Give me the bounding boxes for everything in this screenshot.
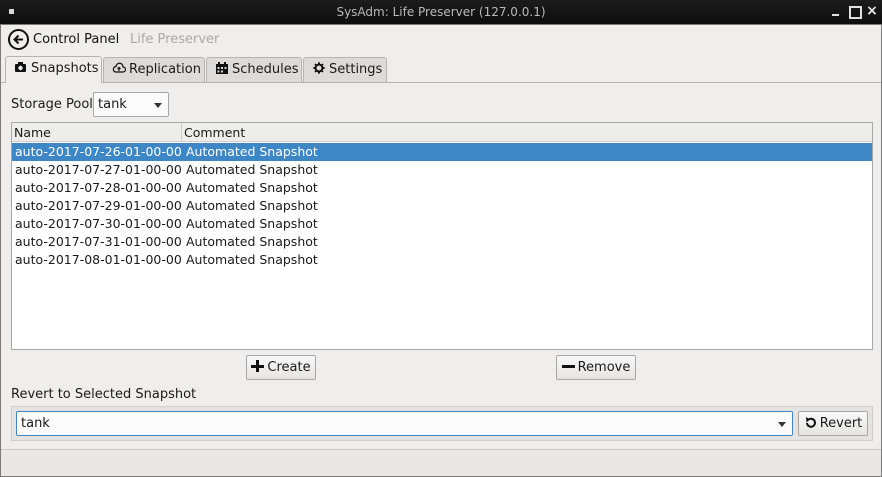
storage-pool-select[interactable]: tank bbox=[93, 92, 169, 117]
create-label: Create bbox=[267, 360, 311, 375]
current-page-label: Life Preserver bbox=[130, 32, 220, 47]
nav-bar: Control Panel Life Preserver bbox=[1, 25, 881, 55]
plus-icon bbox=[251, 360, 265, 372]
snapshot-name-cell: auto-2017-07-28-01-00-00 bbox=[15, 180, 182, 195]
tab-schedules[interactable]: Schedules bbox=[206, 57, 302, 82]
chevron-down-icon bbox=[154, 102, 162, 108]
close-icon[interactable]: × bbox=[864, 3, 880, 19]
revert-button[interactable]: Revert bbox=[798, 411, 868, 436]
snapshot-name-cell: auto-2017-07-31-01-00-00 bbox=[15, 234, 182, 249]
table-row[interactable]: auto-2017-07-26-01-00-00 Automated Snapsh… bbox=[12, 143, 872, 161]
snapshot-comment-cell: Automated Snapshot bbox=[186, 216, 318, 231]
snapshot-name-cell: auto-2017-08-01-01-00-00 bbox=[15, 252, 182, 267]
minus-icon bbox=[561, 360, 575, 372]
calendar-icon bbox=[216, 62, 228, 74]
column-header-comment[interactable]: Comment bbox=[184, 125, 245, 140]
storage-pool-value: tank bbox=[98, 97, 127, 112]
snapshot-comment-cell: Automated Snapshot bbox=[186, 252, 318, 267]
chevron-down-icon bbox=[778, 421, 786, 427]
camera-icon bbox=[15, 62, 26, 72]
snapshot-comment-cell: Automated Snapshot bbox=[186, 180, 318, 195]
column-separator[interactable] bbox=[181, 123, 182, 142]
create-button[interactable]: Create bbox=[246, 355, 316, 380]
tab-settings[interactable]: Settings bbox=[303, 57, 387, 82]
table-row[interactable]: auto-2017-07-31-01-00-00 Automated Snapsh… bbox=[12, 233, 872, 251]
snapshot-name-cell: auto-2017-07-29-01-00-00 bbox=[15, 198, 182, 213]
gear-icon bbox=[313, 62, 325, 74]
back-arrow-icon[interactable] bbox=[8, 29, 29, 50]
snapshot-comment-cell: Automated Snapshot bbox=[186, 162, 318, 177]
control-panel-link[interactable]: Control Panel bbox=[33, 32, 119, 47]
status-bar bbox=[1, 449, 881, 476]
revert-label: Revert to Selected Snapshot bbox=[11, 387, 197, 402]
maximize-icon[interactable] bbox=[846, 3, 862, 19]
list-header: Name Comment bbox=[12, 123, 872, 142]
snapshot-rows: auto-2017-07-26-01-00-00 Automated Snapsh… bbox=[12, 143, 872, 269]
tab-label: Replication bbox=[129, 62, 201, 77]
snapshot-comment-cell: Automated Snapshot bbox=[186, 198, 318, 213]
tab-snapshots[interactable]: Snapshots bbox=[5, 56, 102, 83]
snapshot-comment-cell: Automated Snapshot bbox=[186, 234, 318, 249]
table-row[interactable]: auto-2017-08-01-01-00-00 Automated Snapsh… bbox=[12, 251, 872, 269]
table-row[interactable]: auto-2017-07-30-01-00-00 Automated Snapsh… bbox=[12, 215, 872, 233]
revert-icon bbox=[805, 417, 816, 428]
table-row[interactable]: auto-2017-07-29-01-00-00 Automated Snapsh… bbox=[12, 197, 872, 215]
window-title: SysAdm: Life Preserver (127.0.0.1) bbox=[336, 5, 546, 19]
table-row[interactable]: auto-2017-07-27-01-00-00 Automated Snapsh… bbox=[12, 161, 872, 179]
cloud-upload-icon bbox=[112, 62, 126, 73]
revert-target-select[interactable]: tank bbox=[16, 411, 793, 436]
tab-replication[interactable]: Replication bbox=[103, 57, 205, 82]
table-row[interactable]: auto-2017-07-28-01-00-00 Automated Snapsh… bbox=[12, 179, 872, 197]
storage-pool-label: Storage Pool bbox=[11, 97, 93, 112]
snapshot-comment-cell: Automated Snapshot bbox=[186, 144, 318, 159]
snapshot-list[interactable]: Name Comment auto-2017-07-26-01-00-00 Aut… bbox=[11, 122, 873, 350]
remove-label: Remove bbox=[577, 360, 631, 375]
tab-divider bbox=[1, 82, 881, 83]
revert-button-label: Revert bbox=[819, 416, 863, 431]
column-header-name[interactable]: Name bbox=[14, 125, 51, 140]
remove-button[interactable]: Remove bbox=[556, 355, 636, 380]
tab-bar: Snapshots Replication Schedules Settings bbox=[1, 56, 881, 83]
title-bar: SysAdm: Life Preserver (127.0.0.1) × bbox=[0, 0, 882, 24]
tab-label: Schedules bbox=[232, 62, 299, 77]
tab-label: Snapshots bbox=[31, 61, 99, 76]
revert-target-value: tank bbox=[21, 416, 50, 431]
snapshot-name-cell: auto-2017-07-30-01-00-00 bbox=[15, 216, 182, 231]
tab-label: Settings bbox=[329, 62, 383, 77]
app-window: Control Panel Life Preserver Snapshots R… bbox=[0, 24, 882, 477]
snapshot-name-cell: auto-2017-07-27-01-00-00 bbox=[15, 162, 182, 177]
snapshot-name-cell: auto-2017-07-26-01-00-00 bbox=[15, 144, 182, 159]
minimize-icon[interactable] bbox=[828, 3, 844, 19]
